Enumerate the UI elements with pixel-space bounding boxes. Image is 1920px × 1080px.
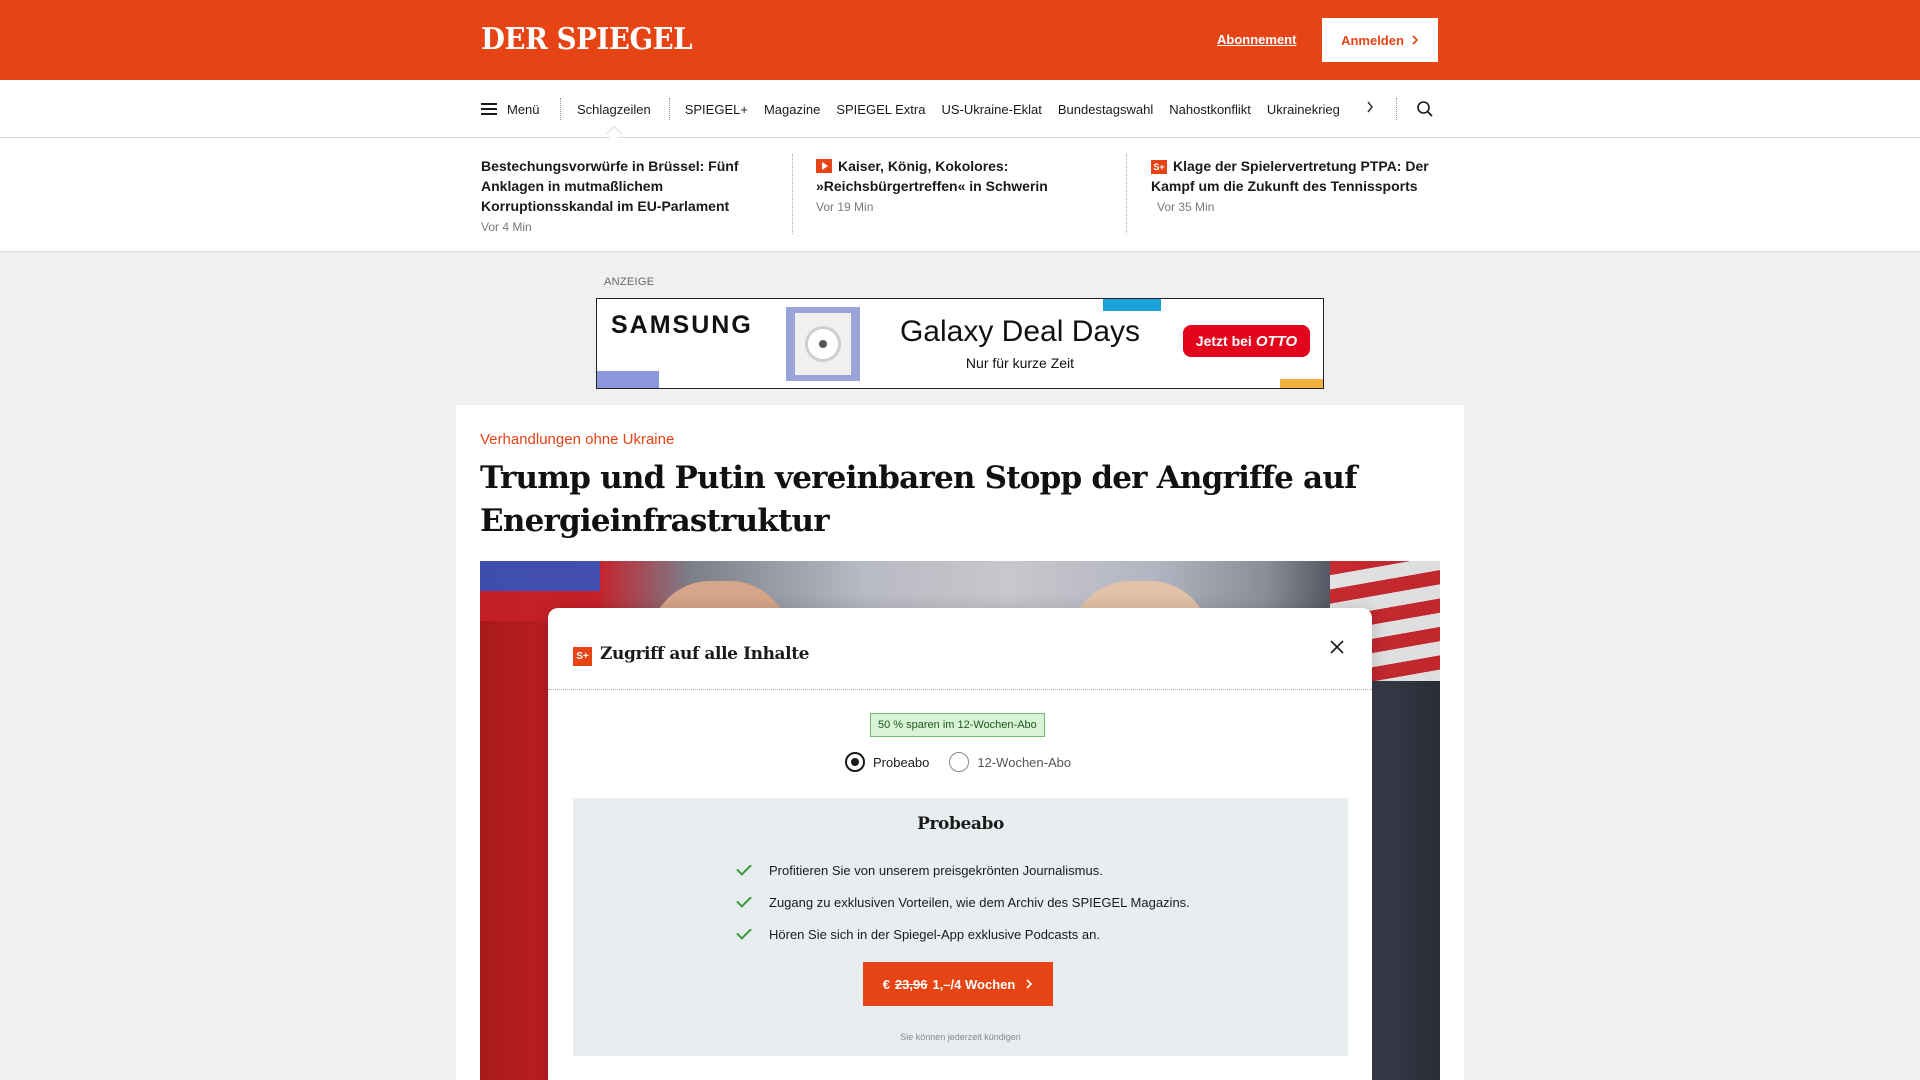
benefit-item: Profitieren Sie von unserem preisgekrönt… — [736, 854, 1190, 886]
login-button[interactable]: Anmelden — [1322, 18, 1438, 62]
ad-cta-label: Jetzt bei — [1195, 333, 1252, 349]
subscribe-button[interactable]: € 23,96 1,–/4 Wochen — [863, 962, 1053, 1006]
search-icon[interactable] — [1416, 100, 1434, 118]
plan-option-12-wochen-abo[interactable]: 12-Wochen-Abo — [949, 752, 1071, 772]
menu-label: Menü — [507, 101, 540, 117]
login-button-label: Anmelden — [1341, 32, 1404, 48]
spiegel-plus-icon: S+ — [1151, 160, 1167, 174]
price-currency: € — [882, 976, 890, 992]
nav-items: Schlagzeilen SPIEGEL+ Magazine SPIEGEL E… — [577, 80, 1356, 138]
nav-item-nahostkonflikt[interactable]: Nahostkonflikt — [1169, 102, 1251, 117]
nav-item-spiegel-extra[interactable]: SPIEGEL Extra — [836, 102, 925, 117]
nav-item-bundestagswahl[interactable]: Bundestagswahl — [1058, 102, 1153, 117]
article-kicker[interactable]: Verhandlungen ohne Ukraine — [480, 431, 674, 448]
plan-title: Probeabo — [917, 814, 1004, 834]
radio-unselected-icon — [949, 752, 970, 772]
ticker-time: Vor 19 Min — [816, 200, 874, 214]
headline-ticker: Bestechungsvorwürfe in Brüssel: Fünf Ank… — [0, 138, 1920, 252]
plan-details: Probeabo Profitieren Sie von unserem pre… — [573, 798, 1348, 1056]
ticker-divider — [1126, 154, 1127, 234]
check-icon — [736, 860, 752, 876]
cancel-note: Sie können jederzeit kündigen — [900, 1032, 1021, 1042]
ticker-title: Kaiser, König, Kokolores: »Reichsbürgert… — [816, 158, 1048, 194]
otto-logo: OTTO — [1255, 332, 1298, 350]
paywall-modal: S+ Zugriff auf alle Inhalte 50 % sparen … — [548, 608, 1372, 1080]
ticker-title: Klage der Spielervertretung PTPA: Der Ka… — [1151, 158, 1429, 194]
chevron-right-icon[interactable] — [1366, 101, 1374, 113]
modal-title: Zugriff auf alle Inhalte — [600, 644, 810, 664]
nav-divider — [669, 98, 670, 120]
ticker-time: Vor 35 Min — [1157, 200, 1215, 214]
nav-item-schlagzeilen[interactable]: Schlagzeilen — [577, 102, 651, 117]
ad-decoration — [1280, 379, 1323, 388]
article-headline: Trump und Putin vereinbaren Stopp der An… — [480, 460, 1357, 539]
benefit-text: Profitieren Sie von unserem preisgekrönt… — [769, 862, 1103, 878]
ad-cta-button[interactable]: Jetzt bei OTTO — [1183, 325, 1310, 357]
ticker-title: Bestechungsvorwürfe in Brüssel: Fünf Ank… — [481, 158, 739, 214]
ad-product-image — [786, 307, 860, 381]
ticker-time: Vor 4 Min — [481, 220, 532, 234]
ad-title: Galaxy Deal Days — [899, 315, 1141, 348]
nav-divider — [1396, 98, 1397, 120]
video-icon — [816, 159, 832, 173]
radio-selected-icon — [845, 752, 865, 772]
check-icon — [736, 924, 752, 940]
nav-item-us-ukraine-eklat[interactable]: US-Ukraine-Eklat — [941, 102, 1041, 117]
spiegel-plus-icon: S+ — [573, 647, 592, 666]
top-header: DER SPIEGEL Abonnement Anmelden — [0, 0, 1920, 80]
plan-option-label: Probeabo — [873, 754, 930, 770]
ad-banner[interactable]: SAMSUNG Galaxy Deal Days Nur für kurze Z… — [596, 298, 1324, 389]
check-icon — [736, 892, 752, 908]
chevron-right-icon — [1412, 35, 1419, 45]
plan-option-probeabo[interactable]: Probeabo — [845, 752, 929, 772]
menu-button[interactable]: Menü — [481, 80, 540, 138]
ticker-item[interactable]: S+ Klage der Spielervertretung PTPA: Der … — [1151, 156, 1433, 217]
chevron-right-icon — [1026, 979, 1033, 989]
main-navigation: Menü Schlagzeilen SPIEGEL+ Magazine SPIE… — [0, 80, 1920, 138]
ticker-item[interactable]: Bestechungsvorwürfe in Brüssel: Fünf Ank… — [481, 156, 763, 237]
nav-item-magazine[interactable]: Magazine — [764, 102, 820, 117]
watch-icon — [805, 326, 841, 362]
savings-badge: 50 % sparen im 12-Wochen-Abo — [870, 713, 1045, 737]
nav-item-spiegel-plus[interactable]: SPIEGEL+ — [685, 102, 748, 117]
ad-subtitle: Nur für kurze Zeit — [965, 355, 1075, 371]
plan-option-label: 12-Wochen-Abo — [977, 754, 1072, 770]
ad-decoration — [597, 371, 659, 388]
ad-label: ANZEIGE — [604, 276, 655, 288]
ad-decoration — [1103, 299, 1161, 311]
plan-selector: Probeabo 12-Wochen-Abo — [845, 752, 1091, 772]
price-new: 1,–/4 Wochen — [932, 976, 1016, 992]
nav-divider — [560, 98, 561, 120]
nav-item-ukrainekrieg[interactable]: Ukrainekrieg — [1267, 102, 1340, 117]
ticker-divider — [792, 154, 793, 234]
subscription-link[interactable]: Abonnement — [1217, 32, 1296, 47]
ticker-item[interactable]: Kaiser, König, Kokolores: »Reichsbürgert… — [816, 156, 1098, 217]
benefit-text: Zugang zu exklusiven Vorteilen, wie dem … — [769, 894, 1190, 910]
benefit-text: Hören Sie sich in der Spiegel-App exklus… — [769, 926, 1100, 942]
close-icon[interactable] — [1326, 636, 1348, 658]
spiegel-logo[interactable]: DER SPIEGEL — [481, 22, 693, 57]
benefit-item: Hören Sie sich in der Spiegel-App exklus… — [736, 918, 1190, 950]
benefit-item: Zugang zu exklusiven Vorteilen, wie dem … — [736, 886, 1190, 918]
modal-header: S+ Zugriff auf alle Inhalte — [548, 608, 1372, 690]
ad-brand-logo: SAMSUNG — [611, 311, 753, 339]
hamburger-icon — [481, 103, 497, 115]
benefit-list: Profitieren Sie von unserem preisgekrönt… — [736, 854, 1190, 950]
price-old: 23,96 — [894, 976, 928, 992]
